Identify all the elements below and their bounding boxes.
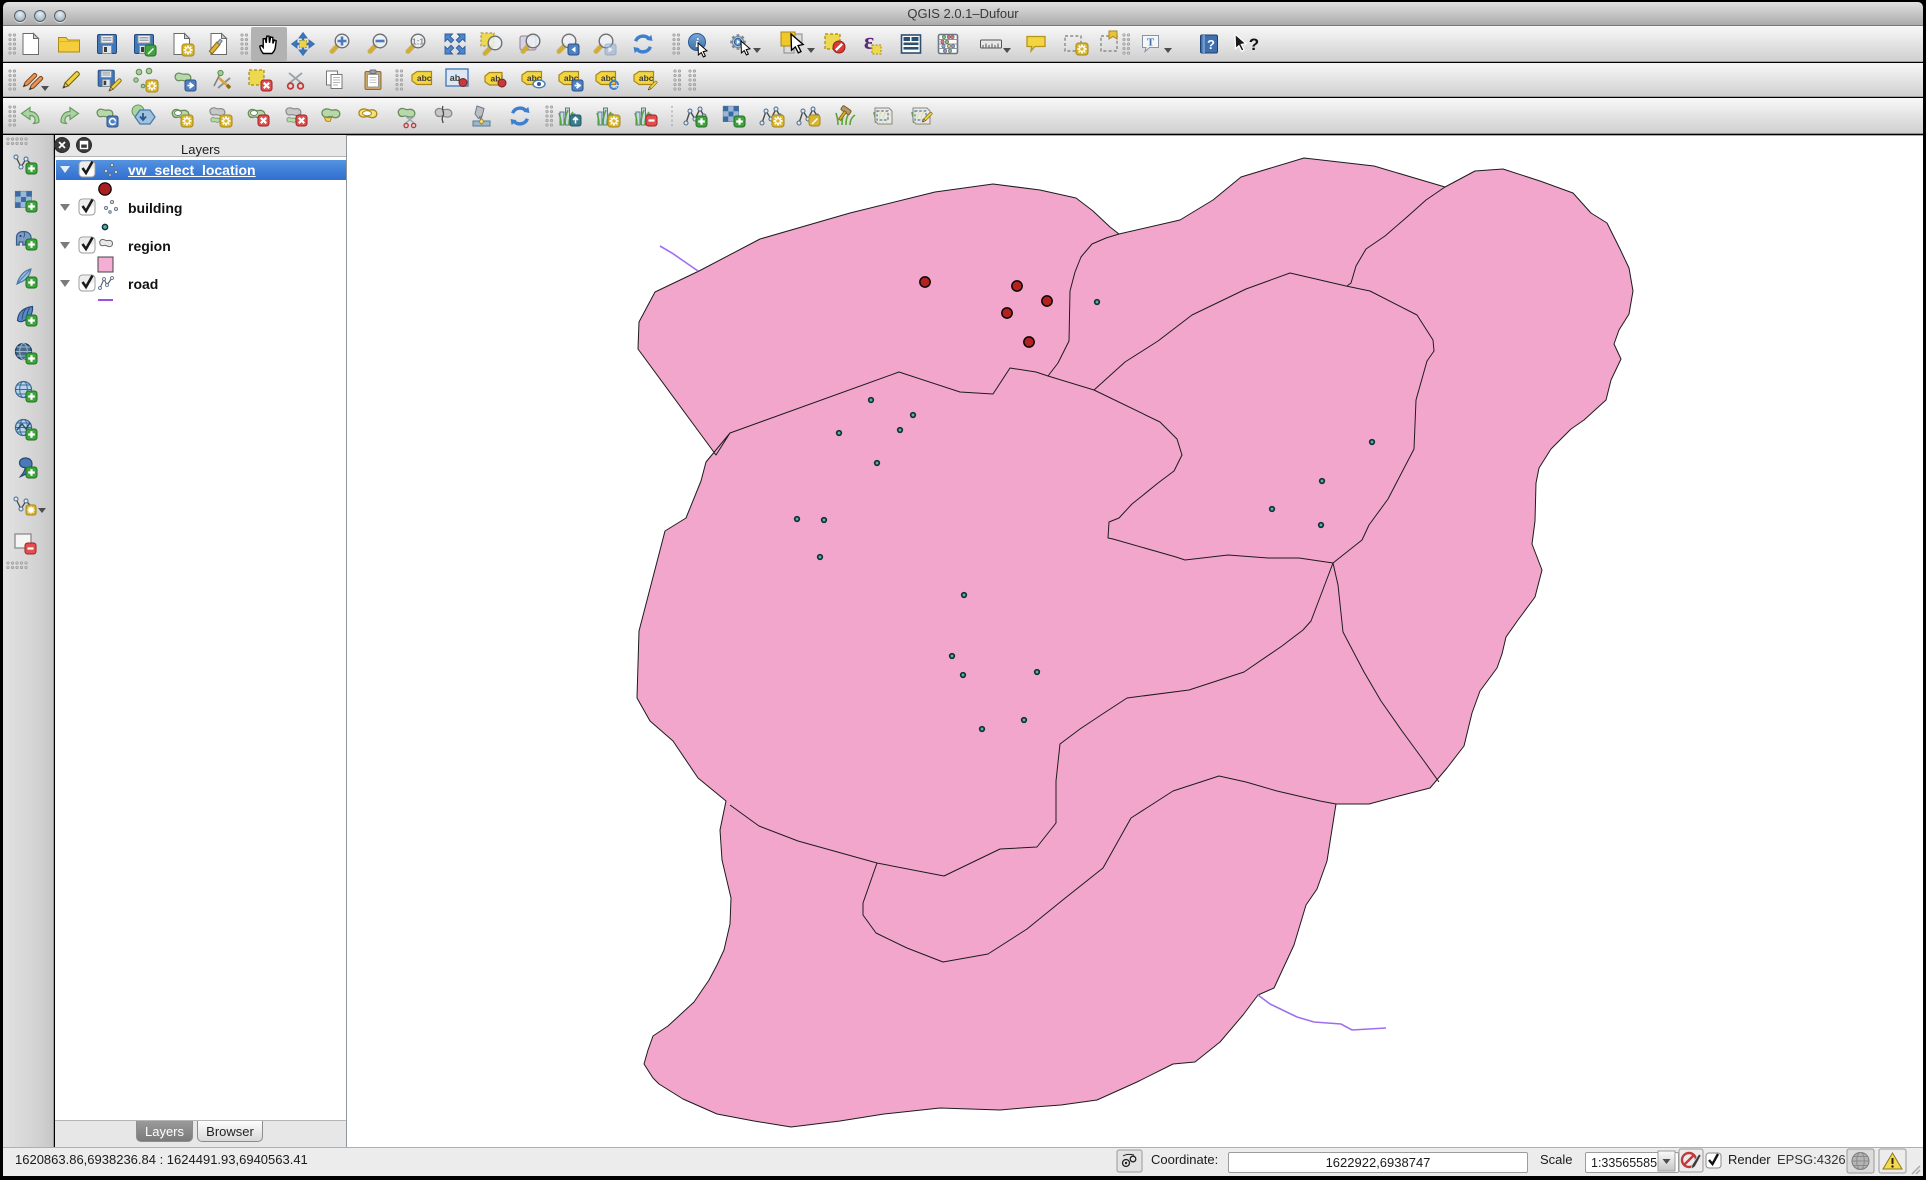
svg-text:1:1: 1:1: [412, 37, 425, 47]
svg-text:?: ?: [1249, 35, 1259, 54]
